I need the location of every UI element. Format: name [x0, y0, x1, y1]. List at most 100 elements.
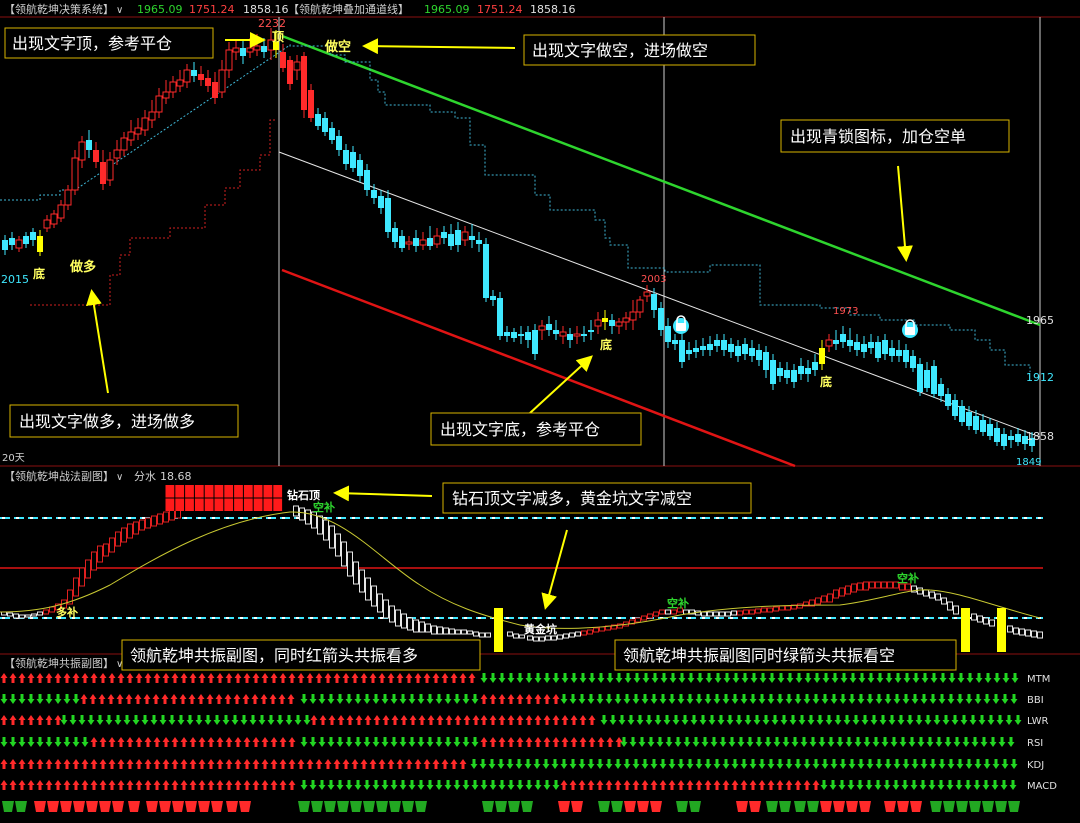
oscillator-bar [157, 513, 163, 525]
up-arrow-icon [578, 780, 586, 790]
down-arrow-icon [974, 694, 982, 704]
down-arrow-icon [786, 673, 794, 683]
down-arrow-icon [857, 694, 865, 704]
up-arrow-icon [480, 737, 488, 747]
oscillator-bar [977, 615, 983, 623]
oscillator-bar [761, 607, 767, 613]
down-arrow-icon [471, 694, 479, 704]
sub-panel-2: 【领航乾坤共振副图】 ∨ MTMBBILWRRSIKDJMACD 领航乾坤共振副… [0, 639, 1057, 812]
chevron-down-icon[interactable]: ∨ [116, 472, 123, 483]
candlestick [490, 290, 496, 306]
chevron-down-icon[interactable]: ∨ [116, 5, 123, 16]
axis-label-1858: 1858 [1026, 430, 1054, 443]
down-arrow-icon [813, 673, 821, 683]
bull-signal-icon [86, 801, 98, 812]
resonance-row-labels: MTM BBI LWR RSI KDJ MACD [1027, 674, 1057, 792]
overlay-title[interactable]: 【领航乾坤叠加通道线】 [288, 2, 409, 16]
down-arrow-icon [507, 673, 515, 683]
up-arrow-icon [144, 673, 152, 683]
down-arrow-icon [849, 673, 857, 683]
candlestick [629, 300, 637, 330]
up-arrow-icon [378, 673, 386, 683]
down-arrow-icon [327, 737, 335, 747]
up-arrow-icon [373, 715, 381, 725]
down-arrow-icon [614, 694, 622, 704]
down-arrow-icon [710, 737, 718, 747]
up-arrow-icon [144, 737, 152, 747]
down-arrow-icon [605, 759, 613, 769]
sub-panel-2-title[interactable]: 【领航乾坤共振副图】 [4, 656, 114, 670]
up-arrow-icon [525, 737, 533, 747]
oscillator-bar [545, 635, 551, 641]
up-arrow-icon [623, 780, 631, 790]
oscillator-bar [365, 577, 371, 601]
chart-canvas[interactable]: 【领航乾坤决策系统】 ∨ 1965.09 1751.24 1858.16 【领航… [0, 0, 1080, 819]
down-arrow-icon [345, 780, 353, 790]
sub-panel-1-title[interactable]: 【领航乾坤战法副图】 [4, 469, 114, 483]
down-arrow-icon [656, 737, 664, 747]
candlestick [427, 226, 433, 250]
main-panel-title[interactable]: 【领航乾坤决策系统】 [4, 2, 114, 16]
up-arrow-icon [445, 715, 453, 725]
annotation-boxes: 出现文字顶，参考平仓 出现文字做空，进场做空 出现青锁图标，加仓空单 出现文字做… [4, 27, 1010, 446]
down-arrow-icon [587, 759, 595, 769]
up-arrow-icon [489, 694, 497, 704]
down-arrow-icon [354, 694, 362, 704]
golden-pit-bar [494, 608, 503, 652]
candlestick [847, 328, 853, 352]
up-arrow-icon [405, 673, 413, 683]
oscillator-bar [121, 527, 127, 543]
down-arrow-icon [876, 673, 884, 683]
down-arrow-icon [838, 780, 846, 790]
up-arrow-icon [472, 715, 480, 725]
bear-signal-icon [995, 801, 1007, 812]
down-arrow-icon [150, 715, 158, 725]
indicator-label: MTM [1027, 674, 1050, 685]
down-arrow-icon [741, 673, 749, 683]
candlestick [770, 354, 776, 390]
down-arrow-icon [1010, 759, 1018, 769]
down-arrow-icon [701, 737, 709, 747]
candlestick [511, 328, 517, 342]
bull-signal-icon [820, 801, 832, 812]
down-arrow-icon [830, 694, 838, 704]
oscillator-bar [19, 614, 25, 619]
candlestick [889, 340, 895, 362]
up-arrow-icon [364, 715, 372, 725]
up-arrow-icon [36, 759, 44, 769]
down-arrow-icon [665, 737, 673, 747]
up-arrow-icon [153, 759, 161, 769]
up-arrow-icon [758, 780, 766, 790]
up-arrow-icon [270, 673, 278, 683]
oscillator-bar [347, 551, 353, 577]
down-arrow-icon [300, 780, 308, 790]
up-arrow-icon [36, 673, 44, 683]
down-arrow-icon [372, 737, 380, 747]
down-arrow-icon [81, 737, 89, 747]
candlestick [573, 326, 581, 344]
oscillator-bar [701, 611, 707, 617]
up-arrow-icon [534, 737, 542, 747]
down-arrow-icon [776, 759, 784, 769]
up-arrow-icon [731, 780, 739, 790]
up-arrow-icon [36, 780, 44, 790]
up-arrow-icon [369, 759, 377, 769]
down-arrow-icon [960, 715, 968, 725]
down-arrow-icon [771, 715, 779, 725]
down-arrow-icon [668, 759, 676, 769]
bear-signal-icon [982, 801, 994, 812]
oscillator-bar [815, 597, 821, 605]
down-arrow-icon [462, 780, 470, 790]
oscillator-bar [1019, 628, 1025, 636]
down-arrow-icon [795, 673, 803, 683]
down-arrow-icon [651, 673, 659, 683]
oscillator-bar [779, 605, 785, 611]
candlestick [643, 285, 651, 302]
down-arrow-icon [629, 737, 637, 747]
oscillator-bar [929, 591, 935, 599]
up-arrow-icon [360, 673, 368, 683]
bull-signal-icon [47, 801, 59, 812]
up-arrow-icon [288, 737, 296, 747]
down-arrow-icon [498, 673, 506, 683]
down-arrow-icon [951, 715, 959, 725]
